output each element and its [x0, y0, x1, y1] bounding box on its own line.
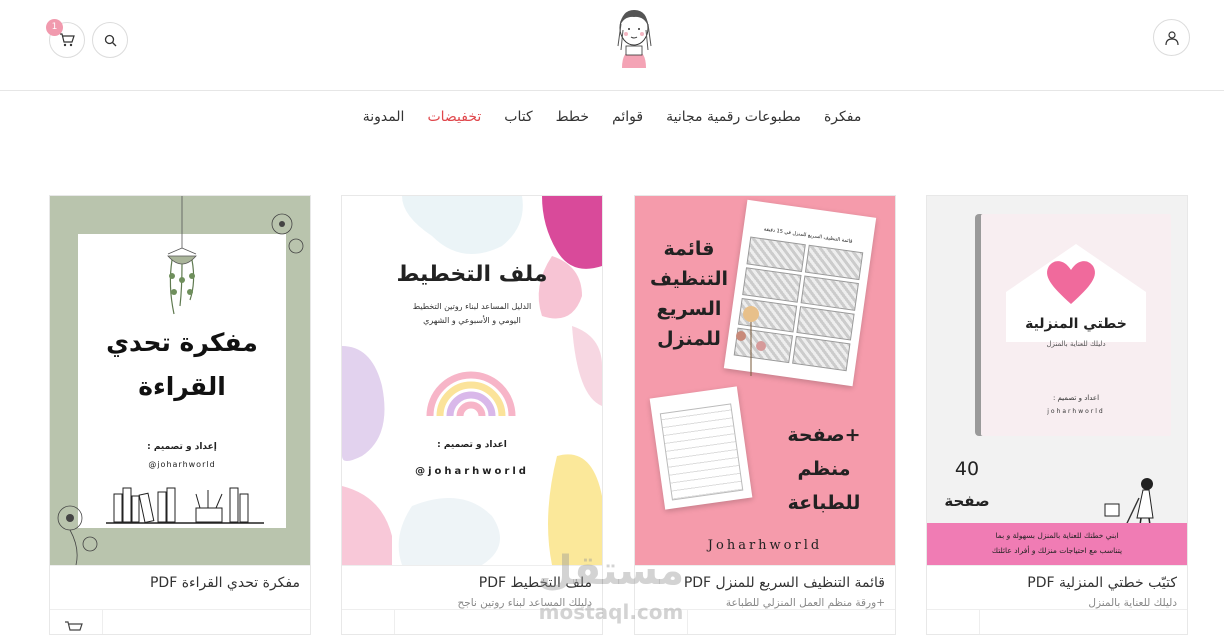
cover-line-1: قائمة	[663, 238, 715, 260]
product-card[interactable]: ملف التخطيط الدليل المساعد لبناء روتين ا…	[341, 195, 603, 635]
flower-doodle-icon	[271, 213, 304, 254]
product-info: قائمة التنظيف السريع للمنزل PDF +ورقة من…	[635, 565, 895, 615]
organizer-lines	[659, 403, 744, 501]
product-info: مفكرة تحدي القراءة PDF	[50, 565, 310, 615]
nav-item-lists[interactable]: قوائم	[612, 104, 643, 130]
grid-cell	[795, 305, 855, 341]
book-brand: joharhworld	[1047, 408, 1105, 415]
search-button[interactable]	[92, 22, 128, 58]
book-subtitle: دليلك للعناية بالمنزل	[1046, 340, 1106, 348]
product-info: ملف التخطيط PDF دليلك المساعد لبناء روتي…	[342, 565, 602, 615]
cart-count-badge: 1	[46, 19, 63, 36]
book-cover: خطتي المنزلية دليلك للعناية بالمنزل اعدا…	[981, 214, 1171, 436]
flower-doodle-icon	[57, 505, 98, 565]
user-icon	[1164, 30, 1179, 45]
cover-brand: @joharhworld	[148, 460, 216, 469]
cover-credit: إعداد و تصميم :	[147, 442, 217, 452]
cover-title: ملف التخطيط	[396, 262, 548, 287]
cart-button[interactable]: 1	[46, 19, 85, 58]
product-actions	[927, 609, 1187, 634]
grid-cell	[791, 336, 851, 372]
product-title[interactable]: ملف التخطيط PDF	[352, 575, 592, 591]
product-card[interactable]: قائمة التنظيف السريع للمنزل قائمة التنظي…	[634, 195, 896, 635]
product-actions	[50, 609, 310, 634]
product-actions	[342, 609, 602, 634]
cover-bonus-1: +صفحة	[787, 424, 861, 446]
product-image[interactable]: مفكرة تحدي القراءة إعداد و تصميم : @joha…	[50, 196, 310, 565]
product-subtitle: دليلك للعناية بالمنزل	[1088, 597, 1177, 609]
product-actions	[635, 609, 895, 634]
cover-line-4: للمنزل	[657, 328, 721, 350]
product-image[interactable]: خطتي المنزلية دليلك للعناية بالمنزل اعدا…	[927, 196, 1187, 565]
product-info: كتيّب خطتي المنزلية PDF دليلك للعناية با…	[927, 565, 1187, 615]
organizer-sheet	[649, 386, 753, 510]
cover-desc-2: اليومي و الأسبوعي و الشهري	[423, 316, 521, 325]
cover-brand: @joharhworld	[415, 466, 529, 477]
divider	[102, 610, 103, 634]
divider	[394, 610, 395, 634]
rainbow-icon	[426, 371, 516, 416]
product-subtitle: دليلك المساعد لبناء روتين ناجح	[457, 597, 592, 609]
product-card[interactable]: مفكرة تحدي القراءة إعداد و تصميم : @joha…	[49, 195, 311, 635]
add-to-cart-icon[interactable]	[64, 620, 84, 634]
heart-icon	[1047, 261, 1095, 304]
cover-line-2: التنظيف	[649, 268, 729, 290]
banner-line-2: يتناسب مع احتياجات منزلك و أفراد عائلتك	[991, 546, 1123, 555]
product-card[interactable]: خطتي المنزلية دليلك للعناية بالمنزل اعدا…	[926, 195, 1188, 635]
cover-brand: Joharhworld	[707, 538, 823, 553]
nav-item-free-printables[interactable]: مطبوعات رقمية مجانية	[666, 104, 801, 130]
cover-line-2: القراءة	[138, 372, 226, 401]
book-title: خطتي المنزلية	[1025, 316, 1127, 332]
site-header: 1	[0, 0, 1224, 91]
nav-item-notebook[interactable]: مفكرة	[824, 104, 861, 130]
pages-label: صفحة	[944, 492, 990, 510]
book-credit: اعداد و تصميم :	[1052, 394, 1100, 402]
banner: ابني خطتك للعناية بالمنزل بسهولة و بما ي…	[927, 523, 1187, 565]
grid-cell	[804, 244, 864, 280]
cover-line-3: السريع	[656, 298, 722, 320]
product-image[interactable]: قائمة التنظيف السريع للمنزل قائمة التنظي…	[635, 196, 895, 565]
product-subtitle: +ورقة منظم العمل المنزلي للطباعة	[725, 597, 885, 609]
account-button[interactable]	[1153, 19, 1190, 56]
banner-line-1: ابني خطتك للعناية بالمنزل بسهولة و بما	[995, 531, 1119, 540]
nav-item-plans[interactable]: خطط	[556, 104, 589, 130]
grid-cell	[746, 236, 806, 272]
cover-bonus-2: منظم	[797, 458, 851, 480]
search-icon	[104, 34, 116, 46]
cover-line-1: مفكرة تحدي	[106, 328, 258, 357]
bookshelf-icon	[106, 487, 264, 524]
divider	[687, 610, 688, 634]
main-navigation: مفكرة مطبوعات رقمية مجانية قوائم خطط كتا…	[0, 104, 1224, 130]
nav-item-blog[interactable]: المدونة	[363, 104, 405, 130]
cover-bonus-3: للطباعة	[787, 492, 861, 514]
dried-flower-icon	[736, 306, 766, 376]
logo-girl-illustration[interactable]	[612, 6, 656, 68]
divider	[979, 610, 980, 634]
cover-desc-1: الدليل المساعد لبناء روتين التخطيط	[412, 302, 532, 311]
nav-item-sale[interactable]: تخفيضات	[427, 104, 481, 130]
product-title[interactable]: مفكرة تحدي القراءة PDF	[60, 575, 300, 591]
pages-number: 40	[954, 458, 980, 480]
cart-icon	[60, 33, 75, 47]
hanging-plant-icon	[167, 196, 197, 315]
cover-credit: اعداد و تصميم :	[437, 440, 507, 450]
product-title[interactable]: كتيّب خطتي المنزلية PDF	[937, 575, 1177, 591]
product-title[interactable]: قائمة التنظيف السريع للمنزل PDF	[645, 575, 885, 591]
product-image[interactable]: ملف التخطيط الدليل المساعد لبناء روتين ا…	[342, 196, 602, 565]
nav-item-books[interactable]: كتاب	[504, 104, 532, 130]
grid-cell	[800, 275, 859, 311]
